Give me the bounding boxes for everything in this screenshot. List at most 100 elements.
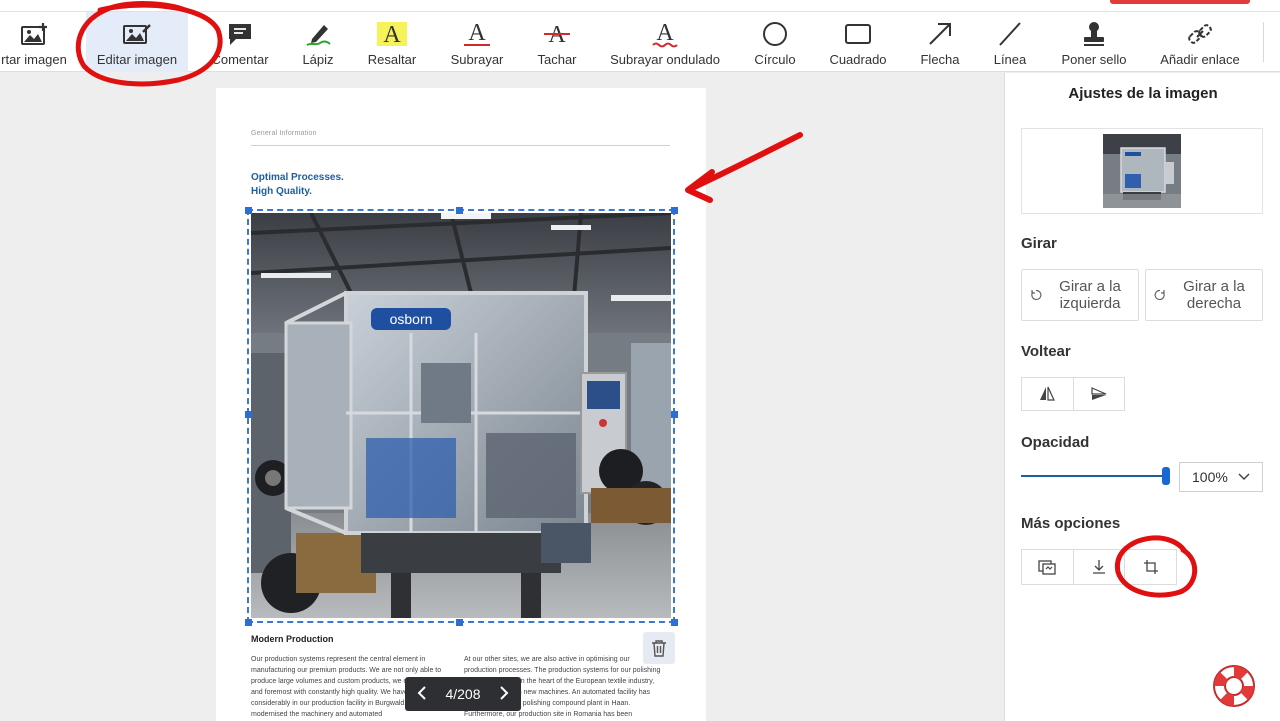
rotate-left-button[interactable]: Girar a la izquierda	[1021, 269, 1139, 321]
page-title: Optimal Processes. High Quality.	[251, 171, 344, 199]
tool-add-link[interactable]: Añadir enlace	[1154, 12, 1246, 72]
section-title: Modern Production	[251, 634, 334, 644]
flip-horizontal-button[interactable]	[1022, 378, 1073, 410]
tool-comment[interactable]: Comentar	[202, 12, 278, 72]
opacity-label: Opacidad	[1021, 434, 1090, 451]
rotate-right-text: Girar a la derecha	[1166, 278, 1262, 312]
tool-add-link-label: Añadir enlace	[1160, 52, 1240, 67]
resize-handle-top-left[interactable]	[245, 207, 252, 214]
resize-handle-top-right[interactable]	[671, 207, 678, 214]
resize-handle-left[interactable]	[245, 411, 252, 418]
pencil-icon	[303, 20, 333, 48]
circle-icon	[760, 20, 790, 48]
trash-icon	[652, 640, 666, 657]
rotate-right-icon	[1154, 289, 1165, 301]
chevron-left-icon	[417, 685, 426, 700]
tool-comment-label: Comentar	[211, 52, 269, 67]
opacity-slider-knob[interactable]	[1162, 467, 1170, 485]
rotate-right-line2: derecha	[1186, 295, 1242, 312]
resize-handle-bottom-left[interactable]	[245, 619, 252, 626]
resize-handle-top[interactable]	[456, 207, 463, 214]
help-button[interactable]	[1211, 663, 1257, 709]
crop-icon	[1143, 560, 1158, 574]
chevron-down-icon	[1238, 473, 1250, 481]
tool-underline[interactable]: A Subrayar	[440, 12, 514, 72]
tool-square[interactable]: Cuadrado	[822, 12, 894, 72]
rotate-label: Girar	[1021, 235, 1057, 252]
top-red-tab[interactable]	[1110, 0, 1250, 4]
flip-horizontal-icon	[1040, 386, 1056, 401]
tool-squiggly-underline[interactable]: A Subrayar ondulado	[604, 12, 726, 72]
page-navigator: 4/208	[405, 677, 521, 711]
lifebuoy-icon	[1213, 665, 1255, 707]
resize-handle-right[interactable]	[671, 411, 678, 418]
prev-page-button[interactable]	[417, 685, 427, 703]
delete-image-button[interactable]	[643, 632, 675, 664]
tool-insert-image-label: rtar imagen	[1, 52, 67, 67]
tool-insert-image[interactable]: rtar imagen	[0, 12, 74, 72]
chevron-right-icon	[500, 685, 509, 700]
tool-line-label: Línea	[993, 52, 1027, 67]
tool-arrow-label: Flecha	[920, 52, 960, 67]
header-rule	[251, 145, 670, 146]
svg-text:A: A	[468, 20, 486, 46]
strikethrough-icon: A	[542, 20, 572, 48]
stamp-icon	[1079, 20, 1109, 48]
highlight-icon: A	[377, 20, 407, 48]
rotate-right-button[interactable]: Girar a la derecha	[1145, 269, 1263, 321]
page-counter: 4/208	[445, 686, 481, 702]
tool-pencil[interactable]: Lápiz	[288, 12, 348, 72]
tool-square-label: Cuadrado	[829, 52, 887, 67]
rotate-right-line1: Girar a la	[1183, 278, 1245, 295]
image-thumbnail	[1103, 134, 1181, 208]
image-settings-panel: Ajustes de la imagen Girar Girar a la iz…	[1004, 73, 1280, 721]
replace-image-button[interactable]	[1022, 550, 1073, 584]
link-icon	[1185, 20, 1215, 48]
add-image-icon	[19, 20, 49, 48]
image-selection-box[interactable]	[247, 209, 675, 623]
arrow-icon	[925, 20, 955, 48]
download-image-button[interactable]	[1072, 550, 1125, 584]
tool-highlight-label: Resaltar	[367, 52, 417, 67]
tool-arrow[interactable]: Flecha	[912, 12, 968, 72]
underline-icon: A	[462, 20, 492, 48]
toolbar-divider	[1263, 22, 1264, 62]
tool-stamp[interactable]: Poner sello	[1054, 12, 1134, 72]
download-icon	[1093, 560, 1105, 574]
panel-title: Ajustes de la imagen	[1068, 85, 1218, 102]
annotation-toolbar: rtar imagen Editar imagen Comentar Lápiz…	[0, 12, 1280, 72]
tool-strikethrough-label: Tachar	[537, 52, 577, 67]
tool-squiggly-underline-label: Subrayar ondulado	[610, 52, 720, 67]
rotate-left-icon	[1031, 289, 1042, 301]
opacity-select[interactable]: 100%	[1179, 462, 1263, 492]
replace-image-icon	[1038, 560, 1056, 575]
svg-text:A: A	[383, 22, 401, 48]
tool-pencil-label: Lápiz	[302, 52, 334, 67]
tool-circle[interactable]: Círculo	[744, 12, 806, 72]
crop-image-button[interactable]	[1124, 550, 1176, 584]
flip-vertical-icon	[1091, 387, 1106, 400]
flip-vertical-button[interactable]	[1072, 378, 1125, 410]
squiggly-underline-icon: A	[650, 20, 680, 48]
next-page-button[interactable]	[499, 685, 509, 703]
image-thumbnail-box	[1021, 128, 1263, 214]
rotate-left-line1: Girar a la	[1059, 278, 1121, 295]
rotate-left-text: Girar a la izquierda	[1042, 278, 1138, 312]
resize-handle-bottom-right[interactable]	[671, 619, 678, 626]
comment-icon	[225, 20, 255, 48]
tool-strikethrough[interactable]: A Tachar	[526, 12, 588, 72]
square-icon	[843, 20, 873, 48]
tool-edit-image[interactable]: Editar imagen	[86, 12, 188, 72]
svg-text:A: A	[656, 20, 674, 46]
opacity-value: 100%	[1192, 469, 1228, 485]
resize-handle-bottom[interactable]	[456, 619, 463, 626]
flip-buttons	[1021, 377, 1125, 411]
line-icon	[995, 20, 1025, 48]
tool-highlight[interactable]: A Resaltar	[358, 12, 426, 72]
opacity-slider[interactable]	[1021, 467, 1170, 485]
page-title-line2: High Quality.	[251, 186, 312, 197]
tool-circle-label: Círculo	[754, 52, 796, 67]
page-title-line1: Optimal Processes.	[251, 172, 344, 183]
flip-label: Voltear	[1021, 343, 1071, 360]
tool-line[interactable]: Línea	[984, 12, 1036, 72]
